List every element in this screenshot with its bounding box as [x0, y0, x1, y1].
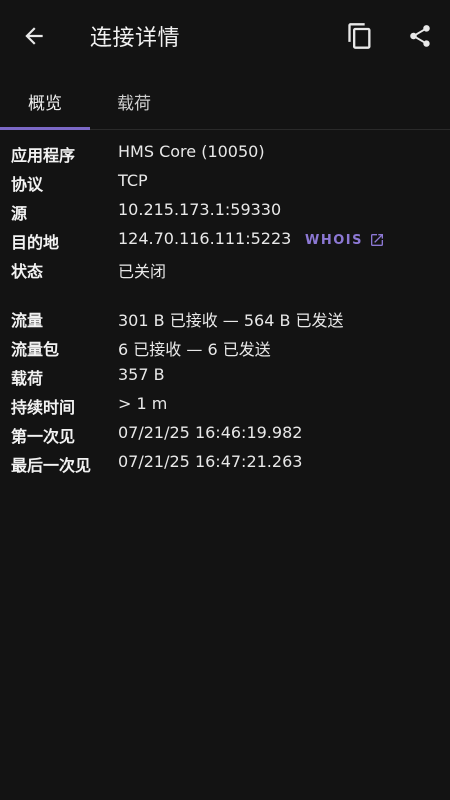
- detail-label: 持续时间: [11, 398, 76, 417]
- detail-label: 第一次见: [11, 427, 76, 446]
- detail-label: 源: [11, 204, 28, 223]
- tab-indicator: [0, 127, 90, 130]
- detail-value: TCP: [118, 171, 148, 190]
- share-icon: [410, 25, 430, 47]
- open-in-new-icon: [370, 234, 383, 246]
- detail-row-duration: 持续时间 > 1 m: [0, 390, 450, 419]
- whois-label: WHOIS: [305, 232, 363, 248]
- detail-label: 目的地: [11, 233, 60, 252]
- detail-row-packets: 流量包 6 已接收 — 6 已发送: [0, 332, 450, 361]
- detail-label: 协议: [11, 175, 44, 194]
- detail-row-protocol: 协议 TCP: [0, 167, 450, 196]
- detail-row-last-seen: 最后一次见 07/21/25 16:47:21.263: [0, 448, 450, 477]
- tab-bar: 概览 载荷: [0, 72, 450, 130]
- detail-label: 状态: [11, 262, 44, 281]
- arrow-left-icon: [25, 27, 43, 45]
- back-button[interactable]: [14, 16, 54, 56]
- detail-row-first-seen: 第一次见 07/21/25 16:46:19.982: [0, 419, 450, 448]
- page-title: 连接详情: [90, 26, 181, 51]
- share-button[interactable]: [400, 16, 440, 56]
- detail-row-status: 状态 已关闭: [0, 254, 450, 283]
- detail-value: 357 B: [118, 365, 165, 384]
- detail-label: 应用程序: [11, 146, 76, 165]
- detail-value: 07/21/25 16:46:19.982: [118, 423, 303, 442]
- tab-payload[interactable]: 载荷: [90, 72, 178, 130]
- detail-row-source: 源 10.215.173.1:59330: [0, 196, 450, 225]
- detail-value: > 1 m: [118, 394, 168, 413]
- detail-label: 流量包: [11, 340, 60, 359]
- tab-overview[interactable]: 概览: [0, 72, 90, 130]
- detail-label: 载荷: [11, 369, 44, 388]
- detail-row-traffic: 流量 301 B 已接收 — 564 B 已发送: [0, 303, 450, 332]
- detail-value: 6 已接收 — 6 已发送: [118, 340, 271, 359]
- detail-value: 已关闭: [118, 262, 167, 281]
- copy-icon: [348, 23, 371, 49]
- detail-row-app: 应用程序 HMS Core (10050): [0, 138, 450, 167]
- whois-link[interactable]: WHOIS: [305, 228, 385, 252]
- app-bar: 连接详情: [0, 0, 450, 72]
- detail-value: 10.215.173.1:59330: [118, 200, 282, 219]
- detail-row-payload: 载荷 357 B: [0, 361, 450, 390]
- detail-value: 124.70.116.111:5223: [118, 229, 292, 248]
- copy-button[interactable]: [340, 16, 380, 56]
- detail-value: 301 B 已接收 — 564 B 已发送: [118, 311, 344, 330]
- detail-label: 流量: [11, 311, 44, 330]
- detail-label: 最后一次见: [11, 456, 92, 475]
- detail-value: 07/21/25 16:47:21.263: [118, 452, 303, 471]
- detail-value: HMS Core (10050): [118, 142, 265, 161]
